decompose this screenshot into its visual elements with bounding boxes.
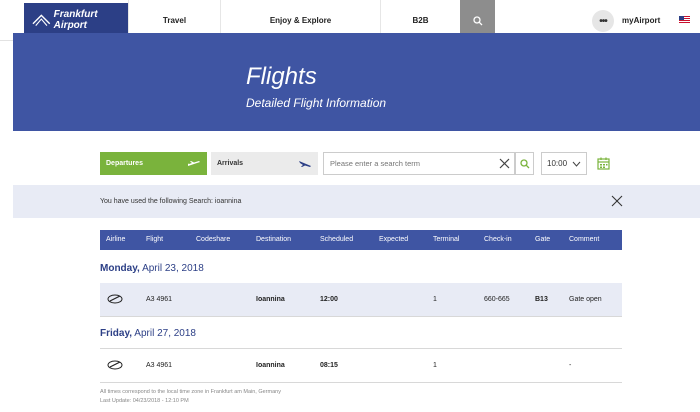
- cell-flight[interactable]: A3 4961: [146, 296, 172, 303]
- search-submit-button[interactable]: [515, 152, 534, 175]
- frankfurt-airport-logo[interactable]: Frankfurt Airport: [24, 3, 128, 37]
- more-menu-button[interactable]: •••: [592, 10, 614, 32]
- cell-scheduled: 08:15: [320, 362, 338, 369]
- departures-label: Departures: [106, 160, 143, 167]
- col-scheduled[interactable]: Scheduled: [320, 236, 353, 243]
- clear-icon[interactable]: [499, 158, 510, 169]
- day-heading: Friday, April 27, 2018: [100, 328, 196, 339]
- col-destination[interactable]: Destination: [256, 236, 291, 243]
- table-row[interactable]: A3 4961 Ioannina 12:00 1 660-665 B13 Gat…: [100, 283, 622, 316]
- table-row[interactable]: A3 4961 Ioannina 08:15 1 -: [100, 349, 622, 382]
- col-flight[interactable]: Flight: [146, 236, 163, 243]
- hero-banner: Flights Detailed Flight Information: [13, 33, 700, 131]
- cell-terminal: 1: [433, 362, 437, 369]
- search-input[interactable]: [324, 153, 489, 174]
- departure-plane-icon: [188, 160, 200, 166]
- calendar-icon[interactable]: [597, 157, 610, 170]
- time-value: 10:00: [547, 159, 568, 168]
- col-checkin[interactable]: Check-in: [484, 236, 512, 243]
- cell-checkin: 660-665: [484, 296, 510, 303]
- page-subtitle: Detailed Flight Information: [246, 96, 387, 110]
- close-icon[interactable]: [611, 195, 623, 207]
- row-divider: [100, 382, 622, 383]
- search-icon: [519, 158, 529, 168]
- col-gate[interactable]: Gate: [535, 236, 550, 243]
- day-weekday: Friday,: [100, 328, 133, 339]
- arrivals-label: Arrivals: [217, 160, 244, 167]
- cell-gate: B13: [535, 296, 548, 303]
- col-codeshare[interactable]: Codeshare: [196, 236, 230, 243]
- departures-tab[interactable]: Departures: [100, 152, 207, 175]
- flight-table-header: Airline Flight Codeshare Destination Sch…: [100, 230, 622, 250]
- airport-logo-icon: [32, 14, 51, 26]
- cell-comment: -: [569, 362, 572, 369]
- time-select[interactable]: 10:00: [541, 152, 587, 175]
- timezone-note: All times correspond to the local time z…: [100, 389, 281, 395]
- arrival-plane-icon: [299, 160, 311, 167]
- cell-destination: Ioannina: [256, 362, 285, 369]
- airline-logo-icon: [107, 360, 123, 370]
- page-title: Flights: [246, 63, 317, 90]
- airline-logo-icon: [107, 294, 123, 304]
- col-comment[interactable]: Comment: [569, 236, 599, 243]
- last-update: Last Update: 04/23/2018 - 12:10 PM: [100, 398, 189, 404]
- cell-terminal: 1: [433, 296, 437, 303]
- col-airline[interactable]: Airline: [106, 236, 125, 243]
- arrivals-tab[interactable]: Arrivals: [211, 152, 318, 175]
- logo-text: Frankfurt Airport: [53, 9, 98, 31]
- search-icon: [472, 15, 482, 25]
- us-flag-icon[interactable]: [679, 16, 690, 24]
- day-heading: Monday, April 23, 2018: [100, 263, 204, 274]
- col-expected[interactable]: Expected: [379, 236, 408, 243]
- day-date: April 23, 2018: [142, 263, 204, 274]
- col-terminal[interactable]: Terminal: [433, 236, 459, 243]
- row-divider: [100, 316, 622, 317]
- day-date: April 27, 2018: [134, 328, 196, 339]
- flight-search-field[interactable]: [323, 152, 515, 175]
- search-info-text: You have used the following Search: ioan…: [100, 198, 242, 205]
- cell-flight[interactable]: A3 4961: [146, 362, 172, 369]
- chevron-down-icon: [572, 161, 581, 167]
- cell-comment: Gate open: [569, 296, 602, 303]
- cell-scheduled: 12:00: [320, 296, 338, 303]
- cell-destination: Ioannina: [256, 296, 285, 303]
- search-info-bar: You have used the following Search: ioan…: [13, 185, 700, 218]
- day-weekday: Monday,: [100, 263, 140, 274]
